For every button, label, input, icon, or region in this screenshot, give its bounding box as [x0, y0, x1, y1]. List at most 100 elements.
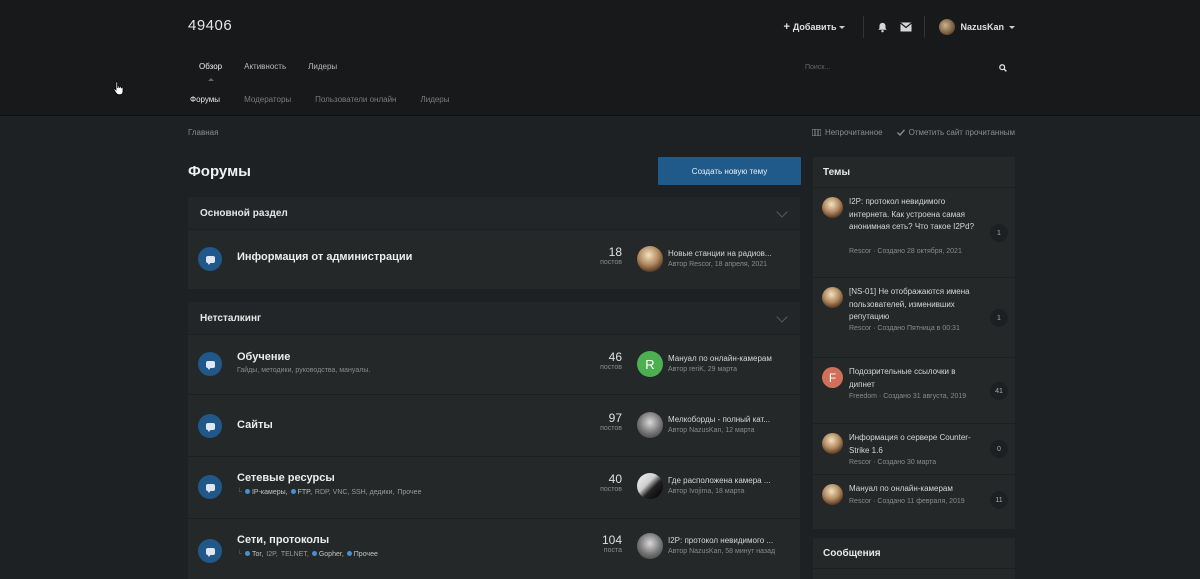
bell-icon	[878, 22, 887, 32]
subforum-link[interactable]: FTP,	[290, 489, 312, 496]
new-topic-button[interactable]: Создать новую тему	[658, 157, 801, 185]
subnav-forums[interactable]: Форумы	[190, 95, 220, 104]
post-count-value: 46	[608, 350, 622, 364]
nav-tab-activity[interactable]: Активность	[233, 62, 297, 71]
avatar[interactable]	[822, 287, 843, 308]
last-post: R Мануал по онлайн-камерам Автор reriK, …	[637, 351, 795, 379]
avatar[interactable]	[637, 533, 663, 559]
topic-title[interactable]: [NS-01] Не отображаются имена пользовате…	[849, 286, 979, 324]
avatar[interactable]: R	[637, 351, 663, 377]
subforum-link[interactable]: TELNET,	[281, 551, 309, 558]
subforum-link[interactable]: Прочее	[397, 489, 421, 496]
last-post: I2P: протокол невидимого ... Автор Nazus…	[637, 533, 795, 573]
unread-link[interactable]: Непрочитанное	[811, 128, 883, 137]
topic-item: F Подозрительные ссылочки в дипнет Freed…	[813, 358, 1015, 424]
nav-tab-leaders[interactable]: Лидеры	[297, 62, 348, 71]
check-icon	[896, 129, 905, 136]
page-title: Форумы	[188, 163, 251, 180]
mouse-cursor-icon	[113, 81, 124, 96]
last-post: Где расположена камера ... Автор Ivojima…	[637, 473, 795, 501]
topic-meta: Rescor · Создано 11 февраля, 2019	[849, 498, 965, 505]
mark-read-link[interactable]: Отметить сайт прочитанным	[896, 128, 1015, 137]
reply-count: 41	[990, 382, 1008, 400]
subforum-link[interactable]: Прочее	[346, 551, 378, 558]
topic-item: I2P: протокол невидимого интернета. Как …	[813, 188, 1015, 278]
subforum-link[interactable]: IP-камеры,	[244, 489, 288, 496]
mark-read-label: Отметить сайт прочитанным	[908, 128, 1015, 137]
forum-title[interactable]: Сетевые ресурсы	[237, 472, 335, 484]
section-header[interactable]: Нетсталкинг	[188, 302, 800, 334]
sub-nav: Форумы Модераторы Пользователи онлайн Ли…	[190, 95, 450, 104]
subforum-link[interactable]: I2P,	[266, 551, 278, 558]
search-input[interactable]: Поиск...	[805, 64, 830, 71]
caret-down-icon	[1009, 25, 1015, 29]
subnav-online-users[interactable]: Пользователи онлайн	[315, 95, 396, 104]
site-header: 49406 + Добавить NazusKan Обзор Активнос…	[0, 0, 1200, 116]
forum-description: Гайды, методики, руководства, мануалы.	[237, 367, 371, 374]
forum-title[interactable]: Сети, протоколы	[237, 534, 329, 546]
add-button[interactable]: + Добавить	[783, 21, 857, 32]
topic-title[interactable]: Информация о сервере Counter-Strike 1.6	[849, 432, 979, 457]
messages-widget: Сообщения	[813, 538, 1015, 579]
last-post-title[interactable]: Мелкоборды - полный кат...	[668, 415, 793, 424]
topic-title[interactable]: I2P: протокол невидимого интернета. Как …	[849, 196, 979, 234]
subforum-link[interactable]: Gopher,	[311, 551, 344, 558]
widget-title: Сообщения	[813, 538, 1015, 569]
subforum-link[interactable]: RDP, VNC, SSH, дедики,	[315, 489, 394, 496]
post-count-label: поста	[603, 547, 622, 554]
breadcrumb[interactable]: Главная	[188, 128, 218, 137]
messages-button[interactable]	[894, 22, 918, 32]
last-post-meta: Автор NazusKan, 58 минут назад	[668, 548, 776, 555]
last-post-title[interactable]: Мануал по онлайн-камерам	[668, 354, 793, 363]
search-box[interactable]: Поиск...	[797, 59, 1015, 76]
subnav-leaders[interactable]: Лидеры	[420, 95, 449, 104]
section-header[interactable]: Основной раздел	[188, 197, 800, 229]
last-post-meta: Автор Rescor, 18 апреля, 2021	[668, 261, 768, 268]
topic-meta: Rescor · Создано 30 марта	[849, 459, 937, 466]
search-icon[interactable]	[999, 63, 1007, 72]
forum-chat-icon	[198, 247, 222, 271]
chevron-down-icon[interactable]	[776, 310, 788, 323]
user-bar: + Добавить NazusKan	[783, 16, 1015, 38]
site-title[interactable]: 49406	[188, 17, 232, 34]
forum-title[interactable]: Информация от администрации	[237, 251, 412, 263]
avatar[interactable]	[637, 473, 663, 499]
subforum-link[interactable]: Tor,	[244, 551, 263, 558]
last-post-title[interactable]: I2P: протокол невидимого ...	[668, 536, 793, 545]
reply-count: 1	[990, 309, 1008, 327]
topic-title[interactable]: Мануал по онлайн-камерам	[849, 483, 979, 496]
reply-count: 11	[990, 491, 1008, 509]
subforum-list: └ IP-камеры, FTP, RDP, VNC, SSH, дедики,…	[237, 489, 421, 496]
unread-label: Непрочитанное	[824, 128, 883, 137]
post-count-label: постов	[600, 425, 622, 432]
forum-row: Сети, протоколы └ Tor, I2P, TELNET, Goph…	[188, 518, 800, 579]
forum-row: Сайты 97 постов Мелкоборды - полный кат.…	[188, 394, 800, 456]
section-title: Нетсталкинг	[200, 312, 262, 324]
last-post-meta: Автор reriK, 29 марта	[668, 366, 737, 373]
subforum-arrow-icon: └	[237, 551, 242, 558]
post-count-label: постов	[600, 486, 622, 493]
nav-tab-overview[interactable]: Обзор	[188, 62, 233, 81]
post-count-value: 40	[608, 472, 622, 486]
breadcrumb-actions: Непрочитанное Отметить сайт прочитанным	[811, 128, 1015, 137]
chevron-down-icon[interactable]	[776, 205, 788, 218]
notifications-button[interactable]	[870, 22, 894, 33]
forum-row: Обучение Гайды, методики, руководства, м…	[188, 334, 800, 394]
avatar[interactable]: F	[822, 367, 843, 388]
avatar[interactable]	[822, 433, 843, 454]
forum-row: Сетевые ресурсы └ IP-камеры, FTP, RDP, V…	[188, 456, 800, 518]
post-count-value: 97	[608, 411, 622, 425]
forum-title[interactable]: Сайты	[237, 419, 273, 431]
topic-title[interactable]: Подозрительные ссылочки в дипнет	[849, 366, 979, 391]
subnav-moderators[interactable]: Модераторы	[244, 95, 291, 104]
post-count-label: постов	[600, 364, 622, 371]
avatar[interactable]	[637, 246, 663, 272]
last-post-title[interactable]: Новые станции на радиов...	[668, 249, 793, 258]
forum-title[interactable]: Обучение	[237, 351, 290, 363]
forum-chat-icon	[198, 414, 222, 438]
avatar[interactable]	[637, 412, 663, 438]
last-post-title[interactable]: Где расположена камера ...	[668, 476, 793, 485]
user-menu[interactable]: NazusKan	[931, 19, 1015, 35]
avatar[interactable]	[822, 197, 843, 218]
avatar[interactable]	[822, 484, 843, 505]
